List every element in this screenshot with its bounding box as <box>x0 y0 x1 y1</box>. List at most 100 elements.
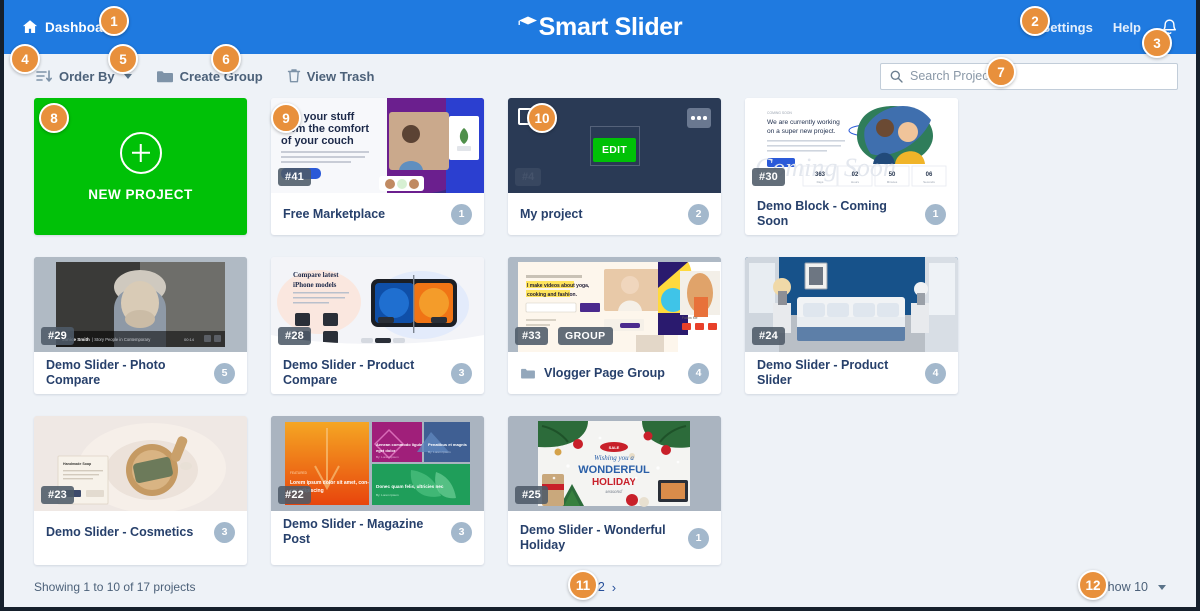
project-id-tag: #22 <box>278 486 311 504</box>
svg-text:We are currently working: We are currently working <box>767 119 840 126</box>
view-trash-button[interactable]: View Trash <box>287 68 375 84</box>
annotation-marker-3: 3 <box>1142 28 1172 58</box>
project-id-tag: #25 <box>515 486 548 504</box>
annotation-marker-10: 10 <box>527 103 557 133</box>
svg-text:Follow Me: Follow Me <box>682 316 698 320</box>
svg-text:cooking and fashion.: cooking and fashion. <box>527 292 578 298</box>
project-thumbnail: Handmade Soap #23 <box>34 416 247 511</box>
project-title: Demo Slider - Product Slider <box>757 358 889 387</box>
project-slide-count: 1 <box>451 203 472 225</box>
showing-count-label: Showing 1 to 10 of 17 projects <box>34 580 196 594</box>
page-2-button[interactable]: 2 <box>598 580 605 594</box>
project-slide-count: 4 <box>688 362 709 384</box>
graduation-cap-icon <box>518 16 537 25</box>
project-slide-count: 1 <box>925 203 946 225</box>
search-icon <box>890 70 903 83</box>
svg-text:Wishing you a: Wishing you a <box>594 454 634 462</box>
smart-slider-dashboard: Dashboard Smart Slider Settings Help Ord… <box>0 0 1200 611</box>
home-icon <box>22 20 38 33</box>
project-card-free-marketplace[interactable]: Sell your stuff from the comfort of your… <box>271 98 484 235</box>
svg-text:Days: Days <box>817 180 824 184</box>
annotation-marker-11: 11 <box>568 570 598 600</box>
help-link[interactable]: Help <box>1113 20 1141 35</box>
svg-text:By: Lorem Ipsum: By: Lorem Ipsum <box>428 450 451 454</box>
plus-circle-icon <box>119 131 162 174</box>
project-card-product-compare[interactable]: Compare latest iPhone models #28 Demo Sl… <box>271 257 484 394</box>
edit-button[interactable]: EDIT <box>592 137 637 162</box>
svg-text:Penatibus et magnis: Penatibus et magnis <box>428 442 468 447</box>
project-card-product-slider[interactable]: #24 Demo Slider - Product Slider 4 <box>745 257 958 394</box>
project-thumbnail: Janice Smith | Story People in Contempor… <box>34 257 247 352</box>
project-id-tag: #30 <box>752 168 785 186</box>
project-title: Demo Slider - Magazine Post <box>283 517 424 546</box>
project-thumbnail: FEATURED Lorem ipsum dolor sit amet, con… <box>271 416 484 511</box>
annotation-marker-8: 8 <box>39 103 69 133</box>
project-id-tag: #41 <box>278 168 311 186</box>
project-thumbnail: #24 <box>745 257 958 352</box>
project-thumbnail: Compare latest iPhone models #28 <box>271 257 484 352</box>
project-slide-count: 3 <box>214 521 235 543</box>
project-title: Demo Slider - Photo Compare <box>46 358 166 387</box>
logo-text: Smart Slider <box>538 12 683 41</box>
project-title: My project <box>520 206 583 221</box>
svg-text:Aenean commodo ligula: Aenean commodo ligula <box>376 442 423 447</box>
svg-text:50: 50 <box>889 172 896 178</box>
svg-text:00:14: 00:14 <box>184 337 195 342</box>
svg-text:Handmade Soap: Handmade Soap <box>63 462 92 466</box>
project-card-cosmetics[interactable]: Handmade Soap #23 Demo Slider - Cosmetic… <box>34 416 247 565</box>
annotation-marker-4: 4 <box>10 44 40 74</box>
show-count-dropdown[interactable]: Show 10 <box>1099 580 1166 594</box>
project-thumbnail: SALE Wishing you a WONDERFUL HOLIDAY sea… <box>508 416 721 511</box>
ellipsis-icon[interactable] <box>687 108 711 128</box>
svg-text:363: 363 <box>815 172 826 178</box>
project-card-magazine-post[interactable]: FEATURED Lorem ipsum dolor sit amet, con… <box>271 416 484 565</box>
annotation-marker-9: 9 <box>271 103 301 133</box>
svg-text:By: Lorem Ipsum: By: Lorem Ipsum <box>376 455 399 459</box>
svg-text:SALE: SALE <box>609 445 620 450</box>
svg-text:02: 02 <box>852 172 859 178</box>
project-slide-count: 3 <box>451 362 472 384</box>
project-id-tag: #23 <box>41 486 74 504</box>
view-trash-label: View Trash <box>306 68 375 84</box>
annotation-marker-12: 12 <box>1078 570 1108 600</box>
edit-button-frame: EDIT <box>589 125 640 166</box>
project-card-coming-soon[interactable]: COMING SOON We are currently working on … <box>745 98 958 235</box>
project-card-photo-compare[interactable]: Janice Smith | Story People in Contempor… <box>34 257 247 394</box>
svg-text:Donec quam felis, ultricies ne: Donec quam felis, ultricies nec <box>376 484 444 489</box>
svg-text:I make videos about yoga,: I make videos about yoga, <box>527 283 590 289</box>
project-slide-count: 3 <box>451 521 472 543</box>
sort-icon <box>36 69 52 82</box>
top-bar: Dashboard Smart Slider Settings Help <box>4 0 1196 54</box>
project-id-tag: #4 <box>515 168 542 186</box>
project-title: Free Marketplace <box>283 206 386 221</box>
svg-text:iPhone models: iPhone models <box>293 281 337 289</box>
project-slide-count: 1 <box>688 527 709 549</box>
project-card-wonderful-holiday[interactable]: SALE Wishing you a WONDERFUL HOLIDAY sea… <box>508 416 721 565</box>
project-id-tag: #28 <box>278 327 311 345</box>
new-project-label: NEW PROJECT <box>88 186 193 202</box>
create-group-button[interactable]: Create Group <box>156 69 263 84</box>
project-card-vlogger-group[interactable]: I make videos about yoga, cooking and fa… <box>508 257 721 394</box>
svg-text:seasons!: seasons! <box>605 490 623 495</box>
svg-text:FEATURED: FEATURED <box>290 471 308 475</box>
project-thumbnail: COMING SOON We are currently working on … <box>745 98 958 193</box>
project-title: Demo Slider - Cosmetics <box>46 524 194 539</box>
chevron-down-icon <box>123 73 132 79</box>
action-toolbar: Order By Create Group View Trash Search … <box>4 54 1196 98</box>
project-thumbnail: Sell your stuff from the comfort of your… <box>271 98 484 193</box>
project-id-tag: #29 <box>41 327 74 345</box>
chevron-right-icon[interactable]: › <box>612 580 616 595</box>
project-grid: NEW PROJECT Sell your stuff from the com… <box>4 98 1196 565</box>
svg-text:HOLIDAY: HOLIDAY <box>592 477 636 488</box>
svg-text:eget dolor: eget dolor <box>376 448 396 453</box>
brand-logo: Smart Slider <box>4 0 1196 54</box>
order-by-label: Order By <box>59 68 115 84</box>
annotation-marker-7: 7 <box>986 57 1016 87</box>
project-title: Vlogger Page Group <box>544 365 665 380</box>
trash-icon <box>287 69 300 83</box>
project-id-tag: #33 <box>515 327 548 345</box>
search-project-field[interactable]: Search Project <box>880 62 1178 90</box>
svg-text:Hours: Hours <box>851 180 860 184</box>
svg-text:Seconds: Seconds <box>923 180 935 184</box>
chevron-down-icon <box>1158 584 1166 590</box>
